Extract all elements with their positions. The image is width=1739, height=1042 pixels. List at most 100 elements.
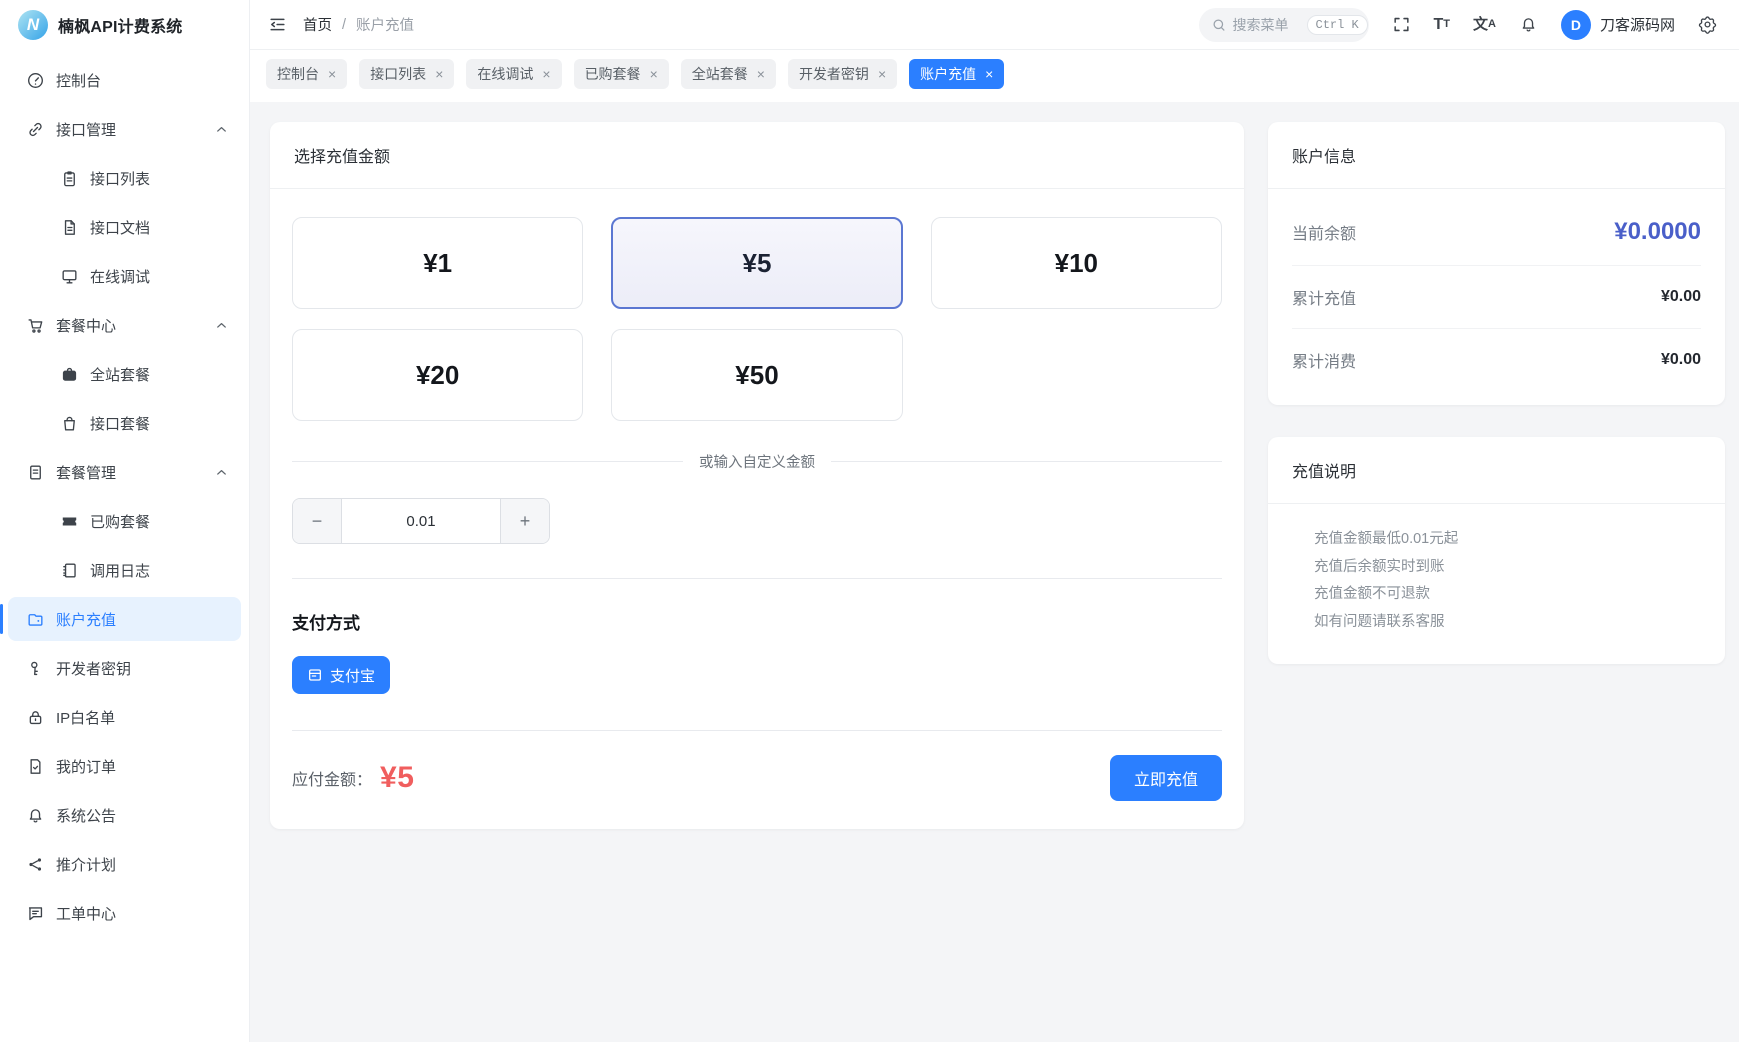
sidebar-item-api-docs[interactable]: 接口文档 xyxy=(8,205,241,249)
tab-online-debug[interactable]: 在线调试 × xyxy=(466,59,561,89)
translate-icon[interactable]: 文A xyxy=(1473,17,1496,32)
breadcrumb-current: 账户充值 xyxy=(356,14,414,35)
custom-amount-divider-label: 或输入自定义金额 xyxy=(699,451,815,472)
sidebar-item-account-recharge[interactable]: 账户充值 xyxy=(8,597,241,641)
account-info-row-total-spend: 累计消费 ¥0.00 xyxy=(1292,329,1701,391)
app-logo-icon: N xyxy=(18,10,48,40)
sidebar-item-label: 控制台 xyxy=(56,70,101,91)
brand: N 楠枫API计费系统 xyxy=(0,0,249,50)
sidebar-item-label: 全站套餐 xyxy=(90,364,150,385)
recharge-card-title: 选择充值金额 xyxy=(270,122,1244,189)
tab-developer-keys[interactable]: 开发者密钥 × xyxy=(788,59,897,89)
fullscreen-icon[interactable] xyxy=(1392,15,1411,34)
sidebar-item-call-logs[interactable]: 调用日志 xyxy=(8,548,241,592)
shopping-bag-icon xyxy=(60,414,79,433)
decrease-amount-button[interactable]: − xyxy=(293,499,342,543)
search-icon xyxy=(1211,17,1227,33)
breadcrumb-separator: / xyxy=(342,17,346,33)
sidebar-item-ticket-center[interactable]: 工单中心 xyxy=(8,891,241,935)
row-label: 累计充值 xyxy=(1292,285,1356,309)
increase-amount-button[interactable]: + xyxy=(500,499,549,543)
breadcrumb-home[interactable]: 首页 xyxy=(303,14,332,35)
sidebar-item-label: 接口套餐 xyxy=(90,413,150,434)
alipay-button[interactable]: 支付宝 xyxy=(292,656,390,694)
sidebar: N 楠枫API计费系统 控制台 接口管理 接口列表 接口文档 xyxy=(0,0,250,1042)
tab-dashboard[interactable]: 控制台 × xyxy=(266,59,347,89)
sidebar-item-api-list[interactable]: 接口列表 xyxy=(8,156,241,200)
sidebar-item-label: 接口列表 xyxy=(90,168,150,189)
link-icon xyxy=(26,120,45,139)
recharge-notes-list: 充值金额最低0.01元起 充值后余额实时到账 充值金额不可退款 如有问题请联系客… xyxy=(1268,504,1725,664)
right-panel: 账户信息 当前余额 ¥0.0000 累计充值 ¥0.00 累计消费 ¥0.00 xyxy=(1268,122,1725,664)
user-menu[interactable]: D 刀客源码网 xyxy=(1561,10,1675,40)
sidebar-item-developer-keys[interactable]: 开发者密钥 xyxy=(8,646,241,690)
close-icon[interactable]: × xyxy=(328,67,336,81)
settings-gear-icon[interactable] xyxy=(1698,15,1717,34)
amount-option-1[interactable]: ¥1 xyxy=(292,217,583,309)
wallet-icon xyxy=(26,610,45,629)
notifications-bell-icon[interactable] xyxy=(1519,15,1538,34)
account-info-rows: 当前余额 ¥0.0000 累计充值 ¥0.00 累计消费 ¥0.00 xyxy=(1268,189,1725,405)
tab-site-packages[interactable]: 全站套餐 × xyxy=(681,59,776,89)
sidebar-item-label: 开发者密钥 xyxy=(56,658,131,679)
amount-option-5[interactable]: ¥5 xyxy=(611,217,902,309)
sidebar-item-site-packages[interactable]: 全站套餐 xyxy=(8,352,241,396)
amount-option-20[interactable]: ¥20 xyxy=(292,329,583,421)
chevron-up-icon xyxy=(214,318,229,333)
tab-api-list[interactable]: 接口列表 × xyxy=(359,59,454,89)
close-icon[interactable]: × xyxy=(435,67,443,81)
close-icon[interactable]: × xyxy=(650,67,658,81)
amount-option-10[interactable]: ¥10 xyxy=(931,217,1222,309)
payable-amount-group: 应付金额： ¥5 xyxy=(292,761,414,795)
app-root: N 楠枫API计费系统 控制台 接口管理 接口列表 接口文档 xyxy=(0,0,1739,1042)
section-divider xyxy=(292,578,1222,579)
close-icon[interactable]: × xyxy=(757,67,765,81)
amount-option-50[interactable]: ¥50 xyxy=(611,329,902,421)
search-input[interactable] xyxy=(1233,17,1301,33)
tab-label: 在线调试 xyxy=(477,64,533,84)
file-text-icon xyxy=(60,218,79,237)
sidebar-item-label: 在线调试 xyxy=(90,266,150,287)
monitor-icon xyxy=(60,267,79,286)
sidebar-item-api-packages[interactable]: 接口套餐 xyxy=(8,401,241,445)
account-info-row-total-recharge: 累计充值 ¥0.00 xyxy=(1292,266,1701,329)
sidebar-item-dashboard[interactable]: 控制台 xyxy=(8,58,241,102)
close-icon[interactable]: × xyxy=(542,67,550,81)
sidebar-item-referral-program[interactable]: 推介计划 xyxy=(8,842,241,886)
close-icon[interactable]: × xyxy=(878,67,886,81)
alipay-button-label: 支付宝 xyxy=(330,665,375,686)
cart-icon xyxy=(26,316,45,335)
payment-card-icon xyxy=(307,667,323,683)
file-list-icon xyxy=(26,463,45,482)
recharge-now-button[interactable]: 立即充值 xyxy=(1110,755,1222,801)
close-icon[interactable]: × xyxy=(985,67,993,81)
custom-amount-stepper: − + xyxy=(292,498,550,544)
sidebar-item-purchased-packages[interactable]: 已购套餐 xyxy=(8,499,241,543)
tab-account-recharge[interactable]: 账户充值 × xyxy=(909,59,1004,89)
payable-amount-value: ¥5 xyxy=(380,761,414,795)
tab-label: 已购套餐 xyxy=(585,64,641,84)
lock-icon xyxy=(26,708,45,727)
sidebar-group-api-management[interactable]: 接口管理 xyxy=(8,107,241,151)
amount-options: ¥1 ¥5 ¥10 ¥20 ¥50 xyxy=(292,217,1222,421)
tab-purchased-packages[interactable]: 已购套餐 × xyxy=(574,59,669,89)
recharge-notes-card: 充值说明 充值金额最低0.01元起 充值后余额实时到账 充值金额不可退款 如有问… xyxy=(1268,437,1725,664)
sidebar-item-online-debug[interactable]: 在线调试 xyxy=(8,254,241,298)
sidebar-group-package-center[interactable]: 套餐中心 xyxy=(8,303,241,347)
sidebar-item-label: 已购套餐 xyxy=(90,511,150,532)
text-size-icon[interactable]: TT xyxy=(1434,17,1451,33)
briefcase-icon xyxy=(60,365,79,384)
sidebar-item-ip-whitelist[interactable]: IP白名单 xyxy=(8,695,241,739)
ticket-icon xyxy=(60,512,79,531)
sidebar-item-announcements[interactable]: 系统公告 xyxy=(8,793,241,837)
sidebar-item-my-orders[interactable]: 我的订单 xyxy=(8,744,241,788)
key-icon xyxy=(26,659,45,678)
custom-amount-input[interactable] xyxy=(342,499,500,543)
recharge-card-body: ¥1 ¥5 ¥10 ¥20 ¥50 或输入自定义金额 − + xyxy=(270,189,1244,829)
collapse-sidebar-icon[interactable] xyxy=(268,15,287,34)
search-box[interactable]: Ctrl K xyxy=(1199,8,1369,42)
sidebar-item-label: IP白名单 xyxy=(56,707,115,728)
sidebar-group-package-management[interactable]: 套餐管理 xyxy=(8,450,241,494)
current-balance-value: ¥0.0000 xyxy=(1614,218,1701,246)
note-item: 充值金额最低0.01元起 xyxy=(1292,526,1701,554)
